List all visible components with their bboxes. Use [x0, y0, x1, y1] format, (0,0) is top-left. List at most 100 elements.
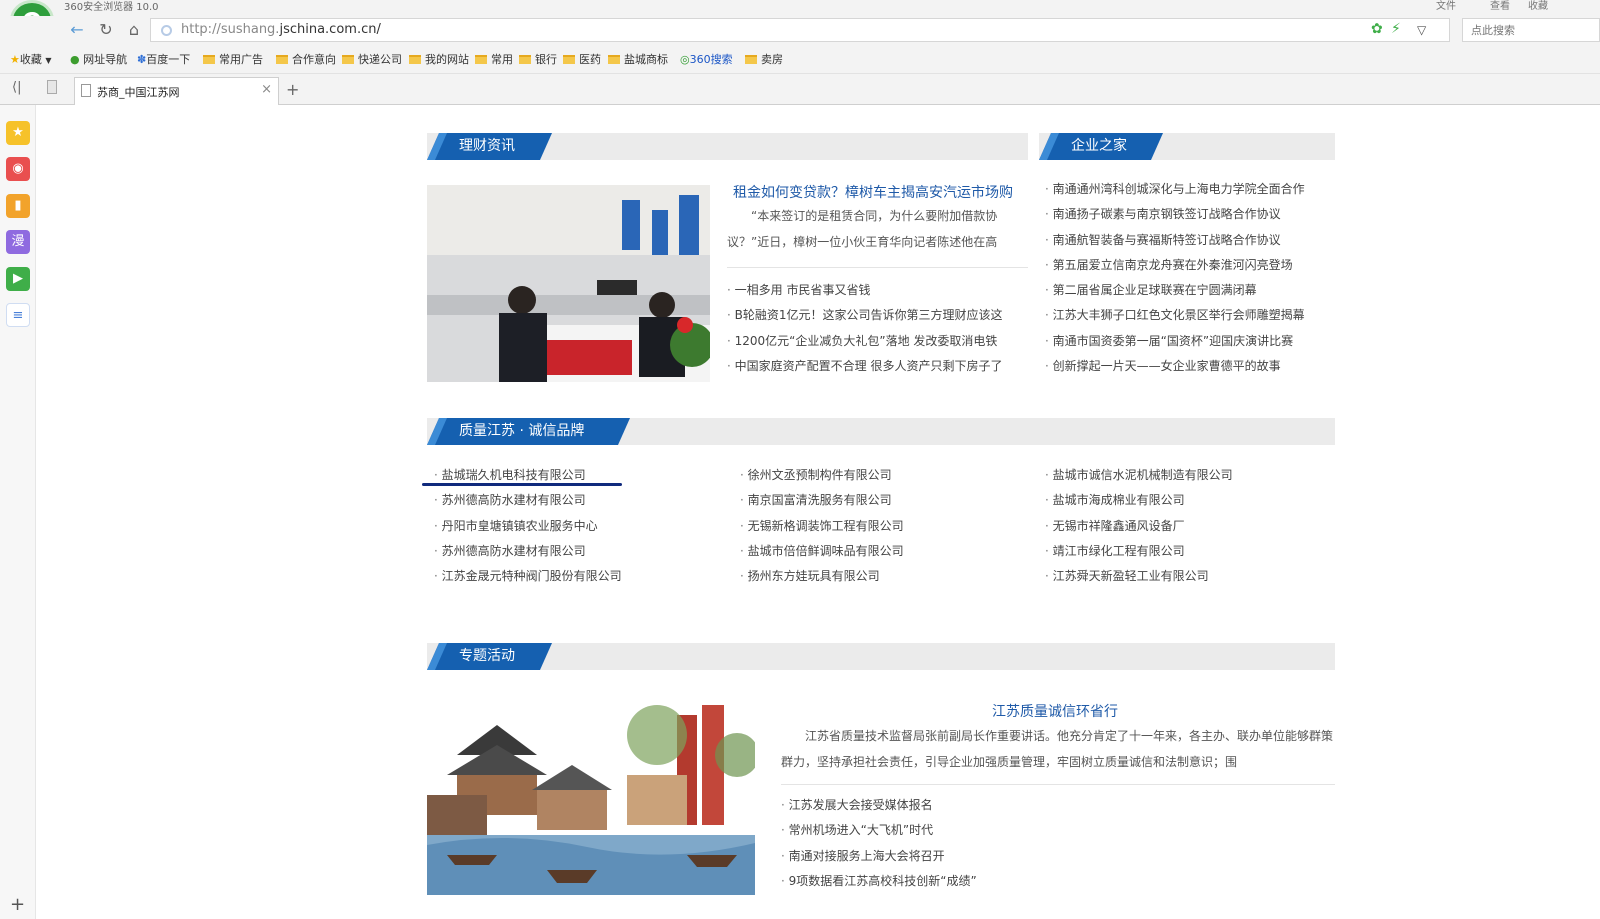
special-summary: 江苏省质量技术监督局张前副局长作重要讲话。他充分肯定了十一年来，各主办、联办单位…: [781, 729, 1334, 769]
speed-mode-icon[interactable]: ⚡: [1391, 21, 1401, 37]
tab-list-back-icon[interactable]: ⟨|: [12, 80, 21, 95]
folder-icon: [475, 55, 487, 64]
folder-icon: [409, 55, 421, 64]
list-item[interactable]: B轮融资1亿元！这家公司告诉你第三方理财应该这: [727, 303, 1029, 328]
book-icon[interactable]: ▮: [6, 194, 30, 218]
finance-photo[interactable]: [427, 185, 710, 382]
quality-list-col2: 徐州文丞预制构件有限公司 南京国富清洗服务有限公司 无锡新格调装饰工程有限公司 …: [740, 463, 1030, 589]
list-item[interactable]: 苏州德高防水建材有限公司: [434, 488, 724, 513]
list-item[interactable]: 江苏金晟元特种阀门股份有限公司: [434, 564, 724, 589]
add-plus-icon[interactable]: +: [10, 894, 25, 915]
list-item[interactable]: 第二届省属企业足球联赛在宁圆满闭幕: [1045, 278, 1335, 303]
bookmark-360search[interactable]: ◎360搜索: [680, 51, 733, 67]
search-box[interactable]: [1462, 18, 1600, 42]
list-item[interactable]: 盐城市海成棉业有限公司: [1045, 488, 1335, 513]
bookmark-folder-trademark[interactable]: 盐城商标: [608, 51, 668, 67]
refresh-icon[interactable]: ↻: [95, 20, 117, 40]
special-featured-title[interactable]: 江苏质量诚信环省行: [992, 701, 1118, 721]
finance-summary: “本来签订的是租赁合同，为什么要附加借款协议？”近日，樟树一位小伙王育华向记者陈…: [727, 209, 998, 249]
list-item[interactable]: 无锡新格调装饰工程有限公司: [740, 514, 1030, 539]
list-item[interactable]: 江苏大丰狮子口红色文化景区举行会师雕塑揭幕: [1045, 303, 1335, 328]
folder-icon: [276, 55, 288, 64]
bookmark-folder-common[interactable]: 常用: [475, 51, 513, 67]
list-item[interactable]: 盐城市倍倍鲜调味品有限公司: [740, 539, 1030, 564]
folder-icon: [519, 55, 531, 64]
list-item[interactable]: 无锡市祥隆鑫通风设备厂: [1045, 514, 1335, 539]
favorites-star-icon[interactable]: ★: [6, 121, 30, 145]
bookmark-folder-mysites[interactable]: 我的网站: [409, 51, 469, 67]
home-icon[interactable]: ⌂: [123, 20, 145, 40]
bookmark-folder-bank[interactable]: 银行: [519, 51, 557, 67]
list-item[interactable]: 中国家庭资产配置不合理 很多人资产只剩下房子了: [727, 354, 1029, 379]
back-arrow-icon[interactable]: ←: [66, 20, 88, 40]
list-item[interactable]: 盐城市诚信水泥机械制造有限公司: [1045, 463, 1335, 488]
bookmark-nav[interactable]: ● 网址导航: [70, 51, 127, 67]
game-icon[interactable]: ◉: [6, 157, 30, 181]
special-heading[interactable]: 专题活动: [427, 643, 552, 670]
list-item[interactable]: 南通对接服务上海大会将召开: [781, 844, 1335, 869]
globe-icon: ●: [70, 53, 80, 66]
url-field[interactable]: http://sushang.jschina.com.cn/ ✿ ⚡ ▽: [150, 18, 1450, 42]
folder-icon: [745, 55, 757, 64]
browser-title: 360安全浏览器 10.0: [64, 2, 159, 13]
list-item[interactable]: 南通扬子碳素与南京钢铁签订战略合作协议: [1045, 202, 1335, 227]
bookmark-folder-ads[interactable]: 常用广告: [203, 51, 263, 67]
list-item[interactable]: 一相多用 市民省事又省钱: [727, 278, 1029, 303]
new-tab-plus-icon[interactable]: +: [286, 80, 299, 99]
tab-sushang[interactable]: 苏商_中国江苏网 ×: [74, 77, 279, 105]
list-item[interactable]: 常州机场进入“大飞机”时代: [781, 818, 1335, 843]
finance-featured-title[interactable]: 租金如何变贷款？樟树车主揭高安汽运市场购: [733, 182, 1013, 202]
folder-icon: [203, 55, 215, 64]
security-shield-icon[interactable]: ✿: [1371, 21, 1383, 37]
page-icon: [81, 84, 91, 97]
enterprise-heading[interactable]: 企业之家: [1039, 133, 1163, 160]
tab-preview-icon[interactable]: [47, 80, 57, 94]
list-item[interactable]: 9项数据看江苏高校科技创新“成绩”: [781, 869, 1335, 894]
close-icon[interactable]: ×: [261, 82, 272, 97]
special-photo[interactable]: [427, 695, 755, 895]
enterprise-section-header: 企业之家: [1039, 133, 1335, 160]
list-item[interactable]: 徐州文丞预制构件有限公司: [740, 463, 1030, 488]
quality-list-col3: 盐城市诚信水泥机械制造有限公司 盐城市海成棉业有限公司 无锡市祥隆鑫通风设备厂 …: [1045, 463, 1335, 589]
list-item[interactable]: 丹阳市皇塘镇镇农业服务中心: [434, 514, 724, 539]
list-item[interactable]: 南通通州湾科创城深化与上海电力学院全面合作: [1045, 177, 1335, 202]
quality-heading[interactable]: 质量江苏 · 诚信品牌: [427, 418, 630, 445]
special-news-list: 江苏发展大会接受媒体报名 常州机场进入“大飞机”时代 南通对接服务上海大会将召开…: [781, 793, 1335, 894]
site-info-icon[interactable]: [161, 25, 172, 36]
water-town-painting: [427, 695, 755, 895]
bookmark-folder-express[interactable]: 快递公司: [342, 51, 402, 67]
bookmark-folder-medicine[interactable]: 医药: [563, 51, 601, 67]
finance-heading[interactable]: 理财资讯: [427, 133, 552, 160]
list-item[interactable]: 江苏发展大会接受媒体报名: [781, 793, 1335, 818]
list-item[interactable]: 苏州德高防水建材有限公司: [434, 539, 724, 564]
bookmark-baidu[interactable]: ✽百度一下: [137, 51, 190, 67]
bookmark-favorites[interactable]: ★收藏 ▼: [10, 51, 52, 67]
list-item[interactable]: 江苏舜天新盈轻工业有限公司: [1045, 564, 1335, 589]
document-icon[interactable]: ≡: [6, 303, 30, 327]
url-text: http://sushang.jschina.com.cn/: [181, 22, 381, 37]
list-item[interactable]: 第五届爱立信南京龙舟赛在外秦淮河闪亮登场: [1045, 253, 1335, 278]
comic-icon[interactable]: 漫: [6, 230, 30, 254]
tab-label: 苏商_中国江苏网: [97, 86, 180, 99]
list-item[interactable]: 南京国富清洗服务有限公司: [740, 488, 1030, 513]
bookmark-folder-house[interactable]: 卖房: [745, 51, 783, 67]
bookmarks-bar: ★收藏 ▼ ● 网址导航 ✽百度一下 常用广告 合作意向 快递公司 我的网站 常…: [0, 44, 1600, 74]
menu-file[interactable]: 文件: [1436, 0, 1456, 12]
list-item[interactable]: 扬州东方娃玩具有限公司: [740, 564, 1030, 589]
list-item[interactable]: 南通市国资委第一届“国资杯”迎国庆演讲比赛: [1045, 329, 1335, 354]
bank-office-photo: [427, 185, 710, 382]
quality-list-col1: 盐城瑞久机电科技有限公司 苏州德高防水建材有限公司 丹阳市皇塘镇镇农业服务中心 …: [434, 463, 724, 589]
list-item[interactable]: 创新撑起一片天——女企业家曹德平的故事: [1045, 354, 1335, 379]
enterprise-news-list: 南通通州湾科创城深化与上海电力学院全面合作 南通扬子碳素与南京钢铁签订战略合作协…: [1045, 177, 1335, 379]
video-icon[interactable]: ▶: [6, 267, 30, 291]
list-item[interactable]: 靖江市绿化工程有限公司: [1045, 539, 1335, 564]
menu-favorites[interactable]: 收藏: [1528, 0, 1548, 12]
list-item[interactable]: 南通航智装备与赛福斯特签订战略合作协议: [1045, 228, 1335, 253]
folder-icon: [563, 55, 575, 64]
search-input[interactable]: [1469, 20, 1589, 41]
chevron-down-icon[interactable]: ▽: [1417, 23, 1426, 37]
finance-divider: [727, 267, 1028, 268]
menu-view[interactable]: 查看: [1490, 0, 1510, 12]
bookmark-folder-cooperation[interactable]: 合作意向: [276, 51, 336, 67]
list-item[interactable]: 1200亿元“企业减负大礼包”落地 发改委取消电铁: [727, 329, 1029, 354]
